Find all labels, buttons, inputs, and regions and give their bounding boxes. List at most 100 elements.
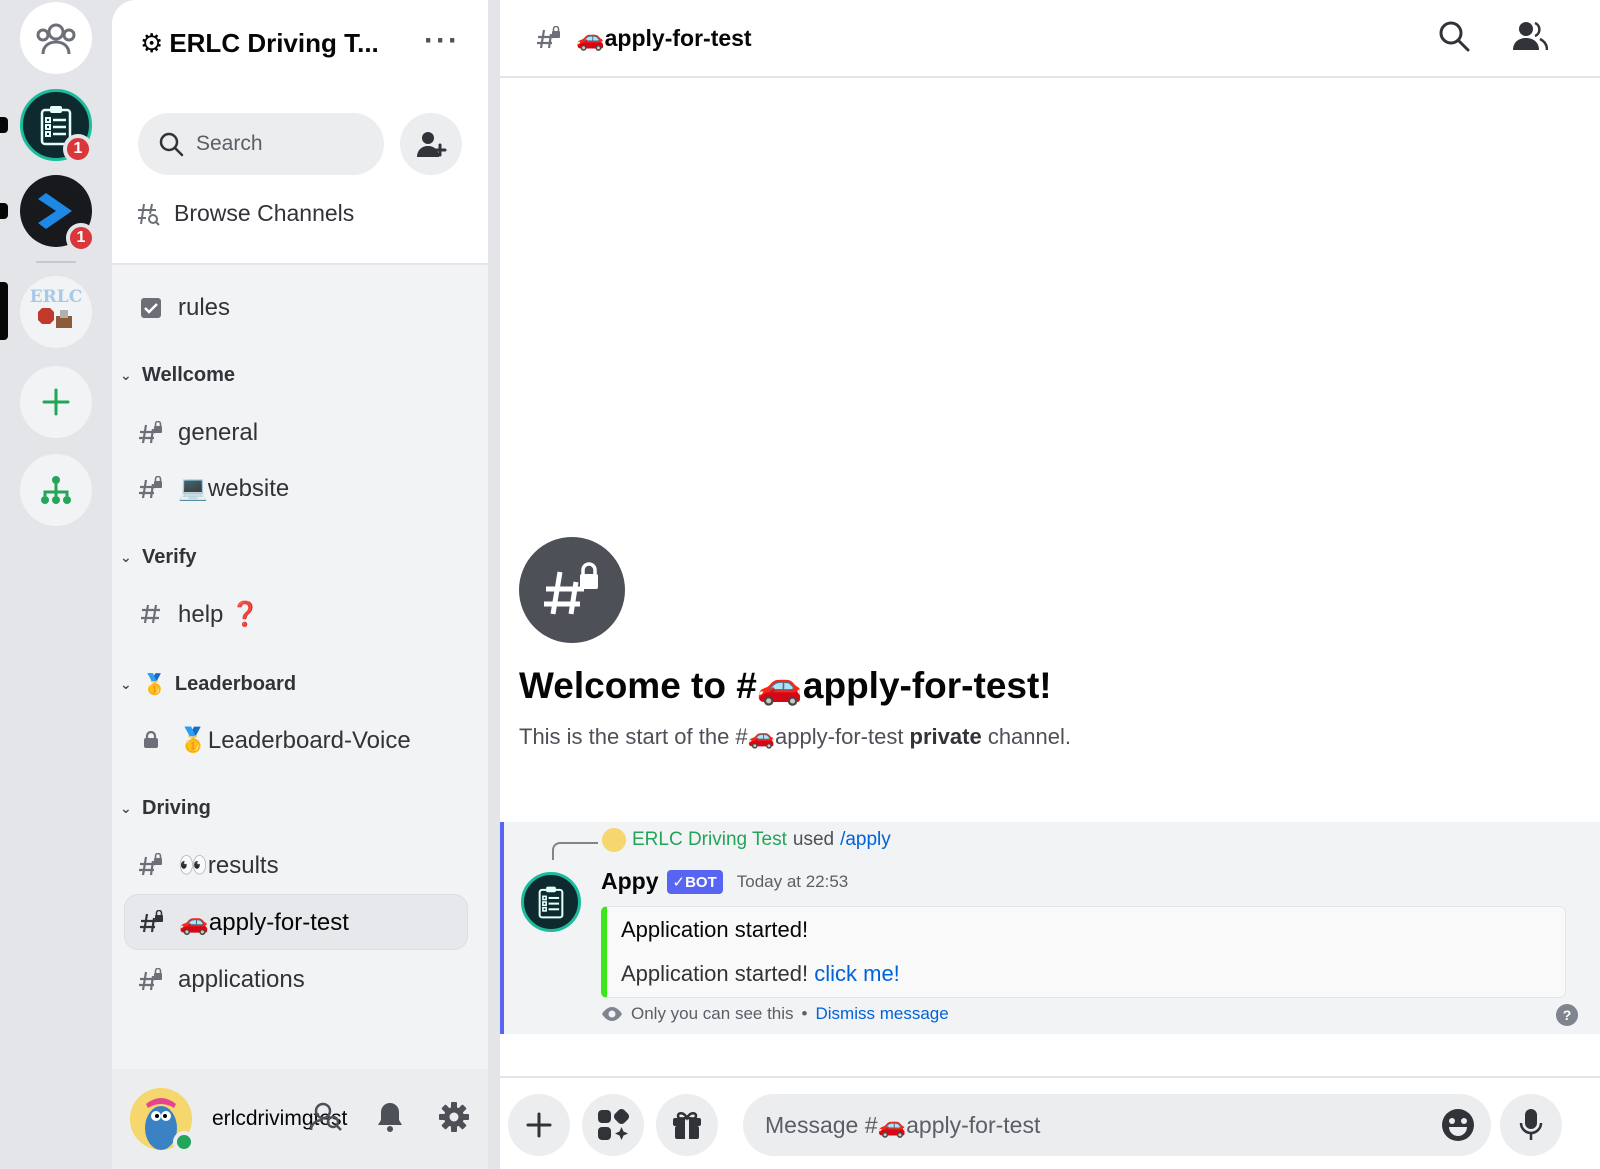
embed-description: Application started! click me! bbox=[621, 961, 900, 986]
channel-name: 🥇Leaderboard-Voice bbox=[178, 726, 411, 754]
plus-icon bbox=[526, 1112, 552, 1138]
channel-applications[interactable]: applications bbox=[124, 952, 468, 1008]
browse-channels[interactable]: Browse Channels bbox=[136, 200, 354, 227]
channel-name: applications bbox=[178, 966, 305, 993]
category-label: Driving bbox=[142, 797, 211, 819]
separator: • bbox=[801, 1004, 808, 1023]
online-status-dot bbox=[173, 1131, 195, 1153]
channel-name: help ❓ bbox=[178, 600, 260, 628]
locked-hash-icon bbox=[138, 967, 164, 993]
channel-rules[interactable]: rules bbox=[124, 280, 468, 336]
gear-icon[interactable] bbox=[436, 1099, 472, 1135]
bot-avatar[interactable] bbox=[521, 872, 581, 932]
car-emoji: 🚗 bbox=[576, 24, 605, 51]
add-server-button[interactable] bbox=[20, 366, 92, 438]
channel-leaderboard-voice[interactable]: 🥇Leaderboard-Voice bbox=[124, 712, 468, 768]
channel-help[interactable]: help ❓ bbox=[124, 586, 468, 642]
hash-search-icon bbox=[138, 203, 160, 226]
slash-command[interactable]: /apply bbox=[840, 829, 891, 851]
category-label: Leaderboard bbox=[174, 673, 297, 695]
welcome-subtitle: This is the start of the #🚗apply-for-tes… bbox=[519, 724, 1071, 749]
rules-icon bbox=[138, 295, 164, 321]
emoji-icon[interactable] bbox=[1441, 1108, 1475, 1142]
channel-apply-for-test[interactable]: 🚗apply-for-test bbox=[124, 894, 468, 950]
attach-button[interactable] bbox=[508, 1094, 570, 1156]
category-label: Wellcome bbox=[142, 364, 235, 386]
message-timestamp: Today at 22:53 bbox=[736, 871, 849, 891]
unread-pill bbox=[0, 117, 8, 133]
eyes-emoji: 👀 bbox=[178, 851, 208, 879]
server-erlc-driving[interactable]: ERLC bbox=[20, 276, 92, 348]
server-blue-arrow[interactable]: 1 bbox=[20, 175, 96, 253]
search-icon[interactable] bbox=[1438, 20, 1470, 57]
message-placeholder: Message #🚗apply-for-test bbox=[765, 1111, 1041, 1138]
channel-results[interactable]: 👀results bbox=[124, 837, 468, 893]
command-reply: ERLC Driving Test used /apply bbox=[602, 828, 891, 852]
user-search-icon[interactable] bbox=[308, 1099, 344, 1135]
embed-title: Application started! bbox=[621, 917, 809, 942]
erlc-logo: ERLC bbox=[30, 288, 82, 336]
channel-sidebar: ⚙ ERLC Driving T... ··· Search Browse Ch… bbox=[112, 0, 488, 1169]
category-verify[interactable]: ⌄ Verify bbox=[120, 546, 196, 569]
message-author[interactable]: Appy bbox=[601, 868, 659, 895]
ephemeral-note: Only you can see this • Dismiss message bbox=[601, 1004, 949, 1024]
search-placeholder: Search bbox=[196, 132, 263, 155]
channel-name: 💻website bbox=[178, 474, 290, 502]
people-icon bbox=[36, 23, 76, 55]
eye-icon bbox=[602, 1007, 622, 1021]
direct-messages-button[interactable] bbox=[20, 2, 92, 74]
channel-name: rules bbox=[178, 294, 231, 321]
member-list-icon[interactable] bbox=[1512, 20, 1549, 57]
channel-name: general bbox=[178, 419, 259, 446]
discover-button[interactable] bbox=[20, 454, 92, 526]
server-name-button[interactable]: ⚙ ERLC Driving T... bbox=[140, 28, 379, 59]
add-user-icon bbox=[417, 132, 447, 157]
voice-message-button[interactable] bbox=[1500, 1094, 1562, 1156]
more-options-icon[interactable]: ··· bbox=[424, 24, 460, 58]
dismiss-message-link[interactable]: Dismiss message bbox=[815, 1004, 948, 1024]
welcome-title: Welcome to #🚗apply-for-test! bbox=[519, 665, 1052, 706]
notification-badge: 1 bbox=[63, 134, 93, 164]
stop-sign-icon bbox=[37, 307, 72, 328]
category-leaderboard[interactable]: ⌄ 🥇 Leaderboard bbox=[120, 672, 296, 697]
bot-badge: ✓BOT bbox=[666, 869, 723, 894]
clipboard-icon bbox=[538, 886, 564, 919]
category-wellcome[interactable]: ⌄ Wellcome bbox=[120, 364, 235, 387]
channel-name: 🚗apply-for-test bbox=[179, 908, 349, 936]
locked-hash-icon bbox=[138, 475, 164, 501]
locked-hash-icon bbox=[139, 909, 165, 935]
apps-button[interactable] bbox=[582, 1094, 644, 1156]
reply-username[interactable]: ERLC Driving Test bbox=[632, 829, 787, 851]
apps-icon bbox=[598, 1108, 630, 1140]
chevron-down-icon: ⌄ bbox=[120, 549, 132, 565]
channel-website[interactable]: 💻website bbox=[124, 460, 468, 516]
ephemeral-message: ERLC Driving Test used /apply Appy ✓BOT … bbox=[500, 822, 1600, 1034]
private-channel-icon bbox=[519, 537, 625, 643]
avatar bbox=[602, 828, 626, 852]
channel-general[interactable]: general bbox=[124, 405, 468, 461]
user-bar: erlcdrivimgtest bbox=[112, 1069, 488, 1169]
lock-icon bbox=[138, 727, 164, 753]
question-emoji: ❓ bbox=[230, 600, 260, 628]
unread-pill bbox=[0, 203, 8, 219]
locked-hash-icon bbox=[537, 26, 560, 49]
search-input[interactable]: Search bbox=[138, 113, 384, 175]
server-name: ERLC Driving T... bbox=[169, 28, 379, 58]
channel-header: 🚗apply-for-test bbox=[500, 0, 1600, 78]
gear-emoji: ⚙ bbox=[140, 28, 164, 58]
invite-button[interactable] bbox=[400, 113, 462, 175]
avatar[interactable] bbox=[130, 1088, 195, 1153]
server-appy[interactable]: 1 bbox=[20, 89, 93, 164]
gift-button[interactable] bbox=[656, 1094, 718, 1156]
hierarchy-icon bbox=[41, 476, 71, 504]
category-driving[interactable]: ⌄ Driving bbox=[120, 797, 211, 820]
embed-link[interactable]: click me! bbox=[814, 961, 900, 986]
channel-name: 👀results bbox=[178, 851, 279, 879]
bell-icon[interactable] bbox=[372, 1099, 408, 1135]
selected-pill bbox=[0, 282, 8, 340]
help-icon[interactable]: ? bbox=[1556, 1004, 1578, 1026]
hash-icon bbox=[138, 601, 164, 627]
message-input[interactable]: Message #🚗apply-for-test bbox=[743, 1094, 1491, 1156]
reply-used-text: used bbox=[792, 829, 835, 850]
channel-title: 🚗apply-for-test bbox=[576, 24, 752, 51]
